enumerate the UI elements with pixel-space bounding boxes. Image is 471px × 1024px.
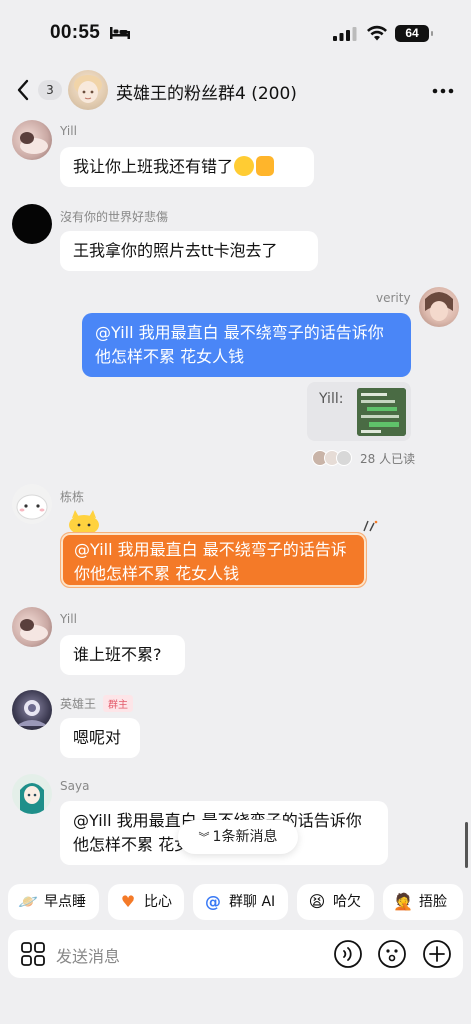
- yawn-emoji-icon: 😫: [308, 892, 326, 911]
- group-owner-tag: 群主: [103, 695, 133, 712]
- avatar-image: [20, 619, 48, 641]
- sender-name: 栋栋: [60, 490, 85, 504]
- laugh-cry-emoji: [234, 156, 255, 176]
- sender-name: 英雄王: [60, 697, 97, 711]
- sparkle-decoration: [363, 520, 378, 532]
- cellular-signal-icon: [333, 27, 357, 41]
- new-messages-label: 1条新消息: [212, 829, 278, 845]
- battery-indicator: 64: [395, 25, 433, 42]
- apps-grid-icon[interactable]: [20, 941, 46, 967]
- status-bar: 00:55 64: [0, 0, 471, 70]
- message-bubble[interactable]: 我让你上班我还有错了: [60, 147, 314, 187]
- reader-avatar: [336, 450, 352, 466]
- more-options-icon[interactable]: [432, 88, 454, 94]
- message-bubble[interactable]: 王我拿你的照片去tt卡泡去了: [60, 231, 318, 271]
- avatar-dongdong[interactable]: [12, 484, 52, 524]
- avatar-yill[interactable]: [12, 607, 52, 647]
- avatar-yill[interactable]: [12, 120, 52, 160]
- message-bubble[interactable]: 谁上班不累?: [60, 635, 185, 675]
- message-input[interactable]: 发送消息: [56, 943, 120, 967]
- group-avatar[interactable]: [68, 70, 108, 110]
- message-text: 王我拿你的照片去tt卡泡去了: [73, 241, 278, 260]
- at-icon: @: [205, 892, 221, 911]
- chip-label: 哈欠: [333, 894, 361, 910]
- emoji-icon[interactable]: [377, 939, 407, 969]
- message-bubble[interactable]: 嗯呢对: [60, 718, 140, 758]
- quick-reply-chip[interactable]: @ 群聊 AI: [193, 884, 288, 920]
- avatar-image: [20, 783, 44, 814]
- group-title[interactable]: 英雄王的粉丝群4 (200): [116, 79, 297, 104]
- sender-name: Yill: [60, 612, 77, 626]
- quick-reply-chip[interactable]: ♥ 比心: [108, 884, 184, 920]
- quick-reply-chip[interactable]: 🪐 早点睡: [8, 884, 99, 920]
- message-input-bar: 发送消息: [8, 930, 463, 978]
- avatar-saya[interactable]: [12, 774, 52, 814]
- quick-reply-chip[interactable]: 🤦 捂脸: [383, 884, 463, 920]
- sender-name: 沒有你的世界好悲傷: [60, 210, 169, 224]
- message-text: @Yill 我用最直白 最不绕弯子的话告诉你他怎样不累 花女人钱: [74, 540, 347, 583]
- message-text: @Yill 我用最直白 最不绕弯子的话告诉你他怎样不累 花女人钱: [95, 323, 384, 366]
- chat-header: 3 英雄王的粉丝群4 (200): [0, 70, 471, 112]
- facepalm-emoji-icon: 🤦: [393, 892, 413, 911]
- plus-icon[interactable]: [422, 939, 452, 969]
- avatar-image: [20, 132, 48, 154]
- screenshot-thumbnail[interactable]: [357, 388, 406, 436]
- message-bubble-highlight[interactable]: @Yill 我用最直白 最不绕弯子的话告诉你他怎样不累 花女人钱: [60, 532, 367, 588]
- unread-count-badge: 3: [38, 80, 62, 100]
- new-messages-button[interactable]: ︾ 1条新消息: [178, 820, 298, 854]
- chip-label: 捂脸: [419, 894, 447, 910]
- avatar-image: [16, 494, 48, 520]
- quick-reply-bar: 🪐 早点睡 ♥ 比心 @ 群聊 AI 😫 哈欠 🤦 捂脸: [0, 884, 471, 920]
- sender-name: Yill: [60, 124, 77, 138]
- sender-name: Saya: [60, 779, 90, 793]
- planet-emoji-icon: 🪐: [18, 892, 38, 911]
- message-bubble-self[interactable]: @Yill 我用最直白 最不绕弯子的话告诉你他怎样不累 花女人钱: [82, 313, 411, 377]
- avatar-image: [16, 700, 48, 726]
- status-time: 00:55: [50, 22, 101, 43]
- voice-icon[interactable]: [333, 939, 363, 969]
- read-count: 28 人已读: [360, 452, 416, 466]
- chip-label: 群聊 AI: [229, 894, 276, 910]
- heart-hands-emoji-icon: ♥: [120, 892, 136, 911]
- message-text: 我让你上班我还有错了: [73, 157, 234, 176]
- back-icon[interactable]: [14, 78, 34, 102]
- scrollbar[interactable]: [465, 822, 468, 868]
- wifi-icon: [367, 25, 387, 41]
- avatar-yingxiongwang[interactable]: [12, 690, 52, 730]
- quick-reply-chip[interactable]: 😫 哈欠: [297, 884, 374, 920]
- message-text: 嗯呢对: [73, 728, 122, 747]
- image-label: Yill:: [319, 391, 344, 407]
- avatar-user[interactable]: [12, 204, 52, 244]
- screenshot-image: [357, 388, 406, 436]
- avatar-image: [425, 292, 453, 321]
- group-avatar-image: [74, 75, 102, 103]
- thumbs-up-emoji: [256, 156, 275, 176]
- avatar-verity[interactable]: [419, 287, 459, 327]
- chip-label: 比心: [144, 894, 172, 910]
- double-chevron-down-icon: ︾: [198, 831, 210, 844]
- message-text: 谁上班不累?: [73, 645, 162, 664]
- sender-name: verity: [376, 291, 411, 305]
- chip-label: 早点睡: [44, 894, 86, 910]
- sleep-focus-icon: [110, 27, 130, 39]
- image-message[interactable]: Yill:: [307, 382, 411, 441]
